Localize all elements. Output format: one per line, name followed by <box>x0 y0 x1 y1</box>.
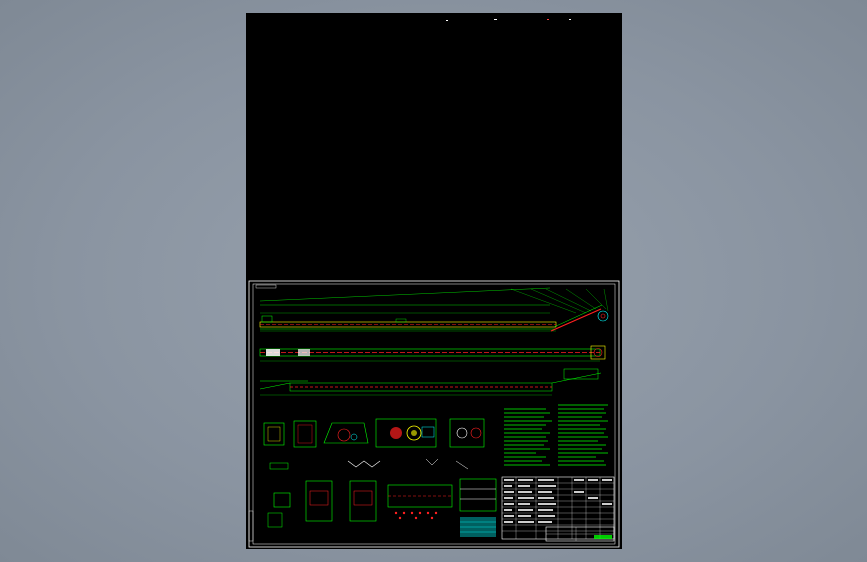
section-details-row-1 <box>263 418 485 448</box>
drawing-sheet[interactable] <box>246 13 622 549</box>
conveyor-plan-view <box>259 345 606 362</box>
cad-drawing <box>248 19 620 548</box>
cad-viewport[interactable] <box>0 0 867 562</box>
bill-of-materials <box>501 476 615 540</box>
left-border-strip <box>248 510 254 542</box>
conveyor-support-view <box>259 368 602 396</box>
section-details-row-2 <box>267 458 497 537</box>
conveyor-elevation-view <box>259 287 609 332</box>
stray-marks <box>446 19 571 21</box>
technical-notes <box>504 404 608 466</box>
